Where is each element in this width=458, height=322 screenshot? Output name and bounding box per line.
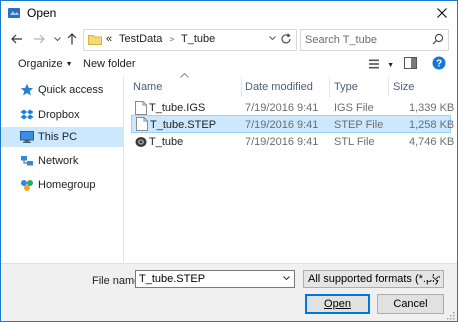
file-list: Name Date modified Type Size T_tube.IGS … xyxy=(125,73,457,262)
navigation-pane: Quick access Dropbox This PC Network Hom… xyxy=(1,77,123,262)
file-name-field[interactable]: T_tube.STEP xyxy=(135,270,295,288)
breadcrumb-item-t-tube[interactable]: T_tube xyxy=(181,33,215,45)
file-name: T_tube xyxy=(149,136,184,148)
change-view-button[interactable]: ▼ xyxy=(368,58,394,73)
close-button[interactable] xyxy=(427,1,457,25)
up-button[interactable] xyxy=(64,31,80,47)
document-icon xyxy=(135,101,147,115)
sidebar-item-label: Quick access xyxy=(38,84,104,96)
organize-label: Organize xyxy=(18,58,63,70)
pane-divider[interactable] xyxy=(123,77,124,262)
search-icon xyxy=(432,33,444,45)
preview-pane-icon xyxy=(404,57,417,69)
column-divider[interactable] xyxy=(329,77,330,97)
chevron-down-icon xyxy=(53,37,61,41)
title-bar[interactable]: Open xyxy=(1,1,457,25)
file-name-input[interactable]: T_tube.STEP xyxy=(139,273,205,285)
help-button[interactable]: ? xyxy=(432,56,446,73)
file-row-t-tube-step[interactable]: T_tube.STEP 7/19/2016 9:41 STEP File 1,2… xyxy=(131,115,455,133)
cancel-button-label: Cancel xyxy=(393,298,428,310)
address-bar[interactable]: « TestData > T_tube xyxy=(83,29,297,51)
stl-file-icon xyxy=(135,137,147,147)
refresh-icon[interactable] xyxy=(280,33,292,45)
file-name: T_tube.IGS xyxy=(149,102,206,114)
chevron-down-icon[interactable] xyxy=(283,276,290,280)
computer-icon xyxy=(20,131,34,143)
sidebar-item-quick-access[interactable]: Quick access xyxy=(1,80,123,100)
file-size: 1,258 KB xyxy=(409,119,455,131)
document-icon xyxy=(136,117,148,131)
sort-ascending-icon xyxy=(180,73,189,78)
arrow-up-icon xyxy=(67,33,77,45)
column-divider[interactable] xyxy=(388,77,389,97)
sidebar-item-network[interactable]: Network xyxy=(1,151,123,171)
view-details-icon xyxy=(369,59,379,69)
svg-text:?: ? xyxy=(436,59,442,70)
arrow-right-icon xyxy=(34,34,45,44)
breadcrumb: « TestData > T_tube xyxy=(106,33,219,45)
open-dialog: Open « TestData > T_tube Search T_tube O… xyxy=(0,0,458,322)
arrow-left-icon xyxy=(11,34,22,44)
breadcrumb-overflow[interactable]: « xyxy=(106,33,112,45)
close-icon xyxy=(437,8,447,18)
caret-down-icon: ▼ xyxy=(65,61,73,68)
network-icon xyxy=(21,156,33,166)
cancel-button[interactable]: Cancel xyxy=(377,294,444,314)
chevron-down-icon xyxy=(426,276,439,280)
forward-button[interactable] xyxy=(31,31,47,47)
file-type: STL File xyxy=(334,136,375,148)
file-name: T_tube.STEP xyxy=(150,119,217,131)
search-input[interactable]: Search T_tube xyxy=(305,34,377,46)
sidebar-item-homegroup[interactable]: Homegroup xyxy=(1,175,123,195)
file-size: 4,746 KB xyxy=(409,136,455,148)
help-icon: ? xyxy=(432,56,446,70)
sidebar-item-dropbox[interactable]: Dropbox xyxy=(1,105,123,125)
homegroup-icon xyxy=(21,180,33,191)
open-button[interactable]: Open xyxy=(305,294,370,314)
column-header-date-modified[interactable]: Date modified xyxy=(245,81,313,93)
dropbox-icon xyxy=(20,109,34,120)
column-header-size[interactable]: Size xyxy=(393,81,414,93)
file-type-value: All supported formats (*.ply *.st xyxy=(308,273,444,285)
dialog-footer: File name: T_tube.STEP All supported for… xyxy=(1,263,457,321)
address-dropdown-icon[interactable] xyxy=(269,36,276,40)
preview-pane-button[interactable] xyxy=(404,57,417,72)
sidebar-item-this-pc[interactable]: This PC xyxy=(1,127,123,147)
file-size: 1,339 KB xyxy=(409,102,455,114)
file-date: 7/19/2016 9:41 xyxy=(245,136,319,148)
file-date: 7/19/2016 9:41 xyxy=(245,119,319,131)
search-box[interactable]: Search T_tube xyxy=(300,29,449,51)
file-type-select[interactable]: All supported formats (*.ply *.st xyxy=(303,270,444,288)
command-bar: Organize ▼ New folder ▼ ? xyxy=(1,55,457,75)
file-type: STEP File xyxy=(334,119,384,131)
column-header-name[interactable]: Name xyxy=(133,81,162,93)
recent-locations-button[interactable] xyxy=(49,31,65,47)
view-menu-icon[interactable]: ▼ xyxy=(387,62,394,69)
column-divider[interactable] xyxy=(241,77,242,97)
file-date: 7/19/2016 9:41 xyxy=(245,102,319,114)
sidebar-item-label: This PC xyxy=(38,131,78,143)
file-type: IGS File xyxy=(334,102,374,114)
navigation-bar: « TestData > T_tube Search T_tube xyxy=(1,27,457,53)
file-row-t-tube-stl[interactable]: T_tube 7/19/2016 9:41 STL File 4,746 KB xyxy=(125,133,457,151)
sidebar-item-label: Homegroup xyxy=(38,179,96,191)
sidebar-item-label: Network xyxy=(38,155,79,167)
star-icon xyxy=(20,83,34,96)
new-folder-label: New folder xyxy=(83,58,136,70)
new-folder-button[interactable]: New folder xyxy=(83,58,136,70)
breadcrumb-item-testdata[interactable]: TestData xyxy=(119,33,162,45)
window-title: Open xyxy=(27,6,57,20)
folder-icon xyxy=(88,35,102,45)
app-icon xyxy=(8,8,20,18)
back-button[interactable] xyxy=(9,31,25,47)
resize-grip-icon[interactable] xyxy=(447,312,455,320)
open-button-label: Open xyxy=(324,298,351,310)
organize-button[interactable]: Organize ▼ xyxy=(18,58,73,70)
column-header-type[interactable]: Type xyxy=(334,81,358,93)
sidebar-item-label: Dropbox xyxy=(38,109,80,121)
breadcrumb-separator-icon: > xyxy=(169,35,175,44)
